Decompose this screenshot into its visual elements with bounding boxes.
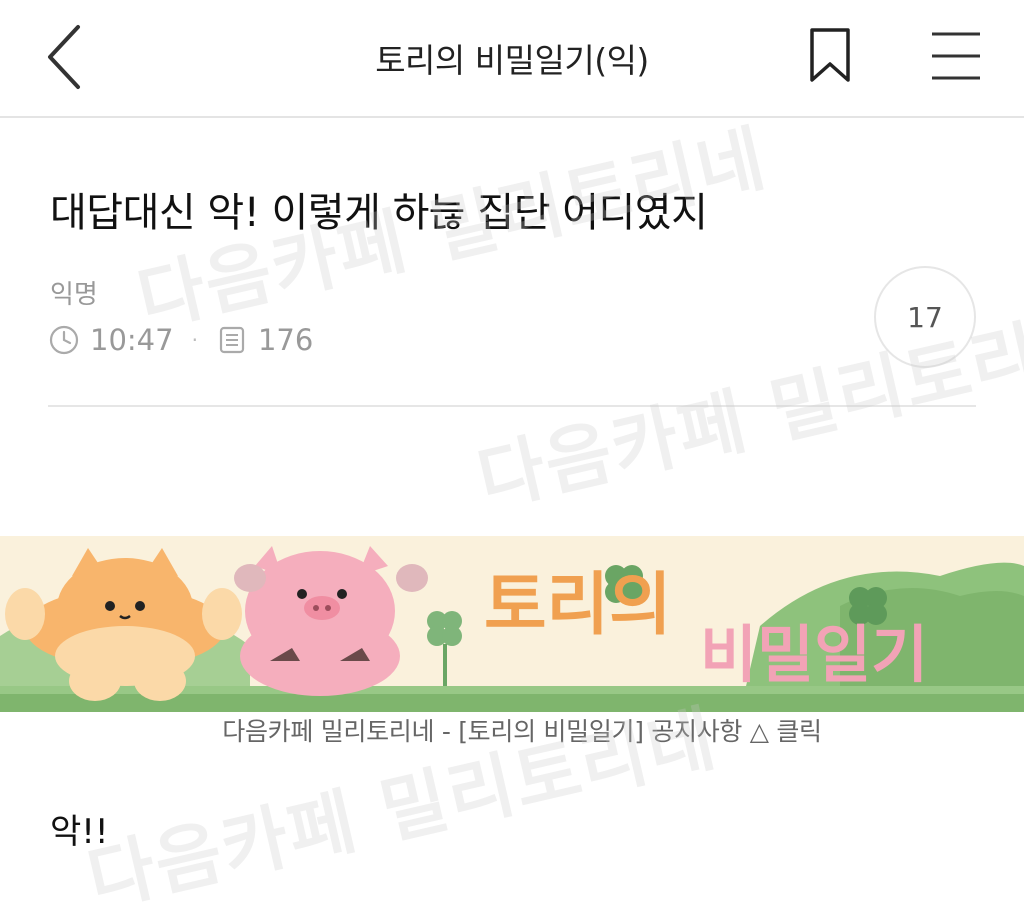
- comment-count: 17: [907, 300, 943, 334]
- top-app-bar: 토리의 비밀일기(익): [0, 0, 1024, 118]
- header-divider: [48, 405, 976, 407]
- cafe-board-title[interactable]: 토리의 비밀일기(익): [0, 34, 1024, 82]
- hamburger-menu-icon: [932, 32, 980, 80]
- banner-title-part2: 비밀일기: [700, 618, 928, 691]
- meta-separator: ·: [191, 328, 198, 352]
- author-name[interactable]: 익명: [50, 274, 98, 311]
- view-count: 176: [257, 323, 314, 357]
- banner-illustration: 토리의 비밀일기: [0, 536, 1024, 712]
- comment-count-button[interactable]: 17: [874, 266, 976, 368]
- bookmark-icon: [810, 28, 850, 82]
- banner-title-part1: 토리의: [484, 566, 672, 645]
- post-title: 대답대신 악! 이렇게 하늖 집단 어디였지: [50, 190, 708, 236]
- bookmark-button[interactable]: [806, 26, 854, 86]
- views-icon: [219, 326, 245, 354]
- notice-banner[interactable]: 토리의 비밀일기: [0, 536, 1024, 712]
- watermark: 다음카페 밀리토리네 다음카페 밀리토리네 다음카페 밀리토리네: [0, 0, 1024, 918]
- post-time: 10:47: [90, 323, 174, 357]
- banner-caption[interactable]: 다음카페 밀리토리네 - [토리의 비밀일기] 공지사항 △ 클릭: [0, 712, 1024, 748]
- post-meta: 10:47 · 176: [48, 322, 313, 358]
- menu-button[interactable]: [928, 30, 984, 82]
- clock-icon: [49, 325, 79, 355]
- post-body: 악!!: [50, 812, 109, 852]
